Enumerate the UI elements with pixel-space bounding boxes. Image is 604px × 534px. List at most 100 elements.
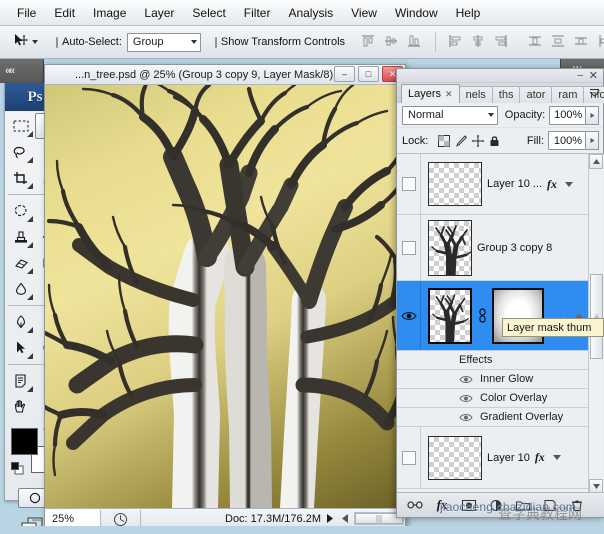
default-colors-icon[interactable] — [11, 462, 24, 475]
fill-input[interactable]: 100% — [548, 131, 586, 150]
eraser-tool-button[interactable] — [6, 250, 35, 276]
panel-titlebar[interactable]: ‒ ✕ — [397, 69, 603, 83]
canvas-viewport[interactable]: A L F O A — [45, 85, 405, 508]
panel-close-icon[interactable]: ✕ — [589, 69, 598, 82]
foreground-color-swatch[interactable] — [11, 428, 38, 455]
align-bottom-edges-button[interactable] — [405, 32, 425, 52]
show-transform-controls-checkbox[interactable] — [214, 36, 217, 48]
menu-item-analysis[interactable]: Analysis — [279, 3, 342, 23]
show-transform-controls-label: Show Transform Controls — [220, 36, 346, 48]
tab-channels[interactable]: nels — [458, 86, 493, 103]
panel-minimize-icon[interactable]: ‒ — [577, 70, 583, 81]
menu-item-view[interactable]: View — [342, 3, 386, 23]
list-item[interactable]: Color Overlay — [397, 389, 590, 408]
auto-select-scope-select[interactable]: Group — [126, 32, 201, 52]
visibility-toggle[interactable] — [397, 281, 421, 350]
tab-paths[interactable]: ths — [491, 86, 521, 103]
clone-stamp-tool-button[interactable] — [6, 224, 35, 250]
align-top-edges-button[interactable] — [359, 32, 379, 52]
pen-tool-button[interactable] — [6, 309, 35, 335]
distribute-vertical-centers-button[interactable] — [549, 32, 569, 52]
image-canvas[interactable]: A L F O A — [45, 85, 405, 508]
menu-item-file[interactable]: File — [8, 3, 45, 23]
link-mask-icon[interactable] — [477, 307, 487, 324]
effect-name[interactable]: Gradient Overlay — [480, 411, 563, 423]
layer-name[interactable]: Group 3 copy 8 — [477, 242, 552, 254]
distribute-top-edges-button[interactable] — [526, 32, 546, 52]
blend-mode-select[interactable]: Normal — [402, 105, 498, 125]
list-item[interactable]: Inner Glow — [397, 370, 590, 389]
maximize-button[interactable]: □ — [358, 66, 379, 82]
eye-icon[interactable] — [459, 374, 473, 385]
layer-style-fx-icon[interactable]: fx — [547, 177, 557, 192]
scroll-up-arrow-icon[interactable] — [589, 154, 603, 169]
visibility-toggle[interactable] — [397, 154, 421, 214]
scrollbar-thumb[interactable]: ≡ — [590, 274, 603, 359]
auto-select-checkbox[interactable] — [56, 36, 58, 48]
lock-transparent-pixels-button[interactable] — [435, 132, 452, 149]
menu-item-window[interactable]: Window — [386, 3, 447, 23]
opacity-input[interactable]: 100% — [549, 105, 587, 125]
distribute-left-edges-button[interactable] — [595, 32, 604, 52]
menu-item-image[interactable]: Image — [84, 3, 135, 23]
site-watermark: jiaocheng.chazidian.com — [440, 500, 577, 514]
blur-tool-button[interactable] — [6, 276, 35, 302]
layer-name[interactable]: Layer 10 — [487, 452, 530, 464]
visibility-toggle[interactable] — [397, 427, 421, 488]
lock-all-button[interactable] — [486, 132, 503, 149]
list-item[interactable]: Gradient Overlay — [397, 408, 590, 427]
expand-effects-chevron-icon[interactable] — [565, 181, 574, 187]
notes-tool-button[interactable] — [6, 368, 35, 394]
effects-group-header[interactable]: Effects — [397, 351, 590, 370]
healing-brush-tool-button[interactable] — [6, 198, 35, 224]
opacity-slider-button[interactable] — [586, 105, 600, 125]
align-right-edges-button[interactable] — [492, 32, 512, 52]
layer-thumbnail[interactable] — [428, 435, 482, 480]
hand-tool-button[interactable] — [6, 394, 35, 420]
distribute-bottom-edges-button[interactable] — [572, 32, 592, 52]
effect-name[interactable]: Color Overlay — [480, 392, 547, 404]
layer-style-fx-icon[interactable]: fx — [535, 450, 545, 465]
expand-effects-chevron-icon[interactable] — [552, 455, 561, 460]
layer-thumbnail[interactable] — [428, 219, 472, 276]
path-selection-tool-button[interactable] — [6, 335, 35, 361]
lasso-tool-button[interactable] — [6, 139, 35, 165]
rectangular-marquee-tool-button[interactable] — [6, 113, 35, 139]
align-left-edges-button[interactable] — [446, 32, 466, 52]
close-icon[interactable]: ✕ — [445, 89, 453, 100]
fill-slider-button[interactable] — [586, 131, 599, 150]
lock-position-button[interactable] — [469, 132, 486, 149]
table-row[interactable]: Group 3 copy 8 — [397, 215, 590, 281]
table-row[interactable]: ... — [397, 281, 590, 351]
eye-icon[interactable] — [459, 412, 473, 423]
layer-thumbnail[interactable] — [428, 162, 482, 206]
link-layers-button[interactable] — [407, 497, 423, 513]
table-row[interactable]: Layer 10 fx — [397, 427, 590, 489]
panel-menu-icon[interactable] — [589, 88, 600, 101]
lock-image-pixels-button[interactable] — [452, 132, 469, 149]
align-vertical-centers-button[interactable] — [382, 32, 402, 52]
layer-thumbnail[interactable] — [428, 287, 472, 344]
left-dock-collapse-strip[interactable]: «« — [0, 59, 44, 83]
menu-item-select[interactable]: Select — [183, 3, 234, 23]
align-horizontal-centers-button[interactable] — [469, 32, 489, 52]
tab-histogram[interactable]: ram — [551, 86, 585, 103]
document-title-bar[interactable]: ...n_tree.psd @ 25% (Group 3 copy 9, Lay… — [45, 65, 405, 85]
crop-tool-button[interactable] — [6, 165, 35, 191]
tab-histogram-label: ram — [558, 89, 578, 101]
eye-icon[interactable] — [459, 393, 473, 404]
effect-name[interactable]: Inner Glow — [480, 373, 533, 385]
tool-preset-chevron-icon[interactable] — [32, 40, 38, 44]
tab-layers[interactable]: Layers ✕ — [401, 84, 460, 103]
layer-name[interactable]: Layer 10 ... — [487, 178, 542, 190]
table-row[interactable]: Layer 10 ... fx — [397, 154, 590, 215]
current-tool-preview[interactable] — [6, 30, 42, 54]
visibility-toggle[interactable] — [397, 215, 421, 280]
menu-item-layer[interactable]: Layer — [135, 3, 183, 23]
menu-item-help[interactable]: Help — [447, 3, 490, 23]
tab-navigator[interactable]: ator — [519, 86, 553, 103]
collapse-left-dock-icon[interactable]: «« — [0, 59, 43, 83]
minimize-button[interactable]: ‒ — [334, 66, 355, 82]
menu-item-edit[interactable]: Edit — [45, 3, 84, 23]
menu-item-filter[interactable]: Filter — [235, 3, 280, 23]
